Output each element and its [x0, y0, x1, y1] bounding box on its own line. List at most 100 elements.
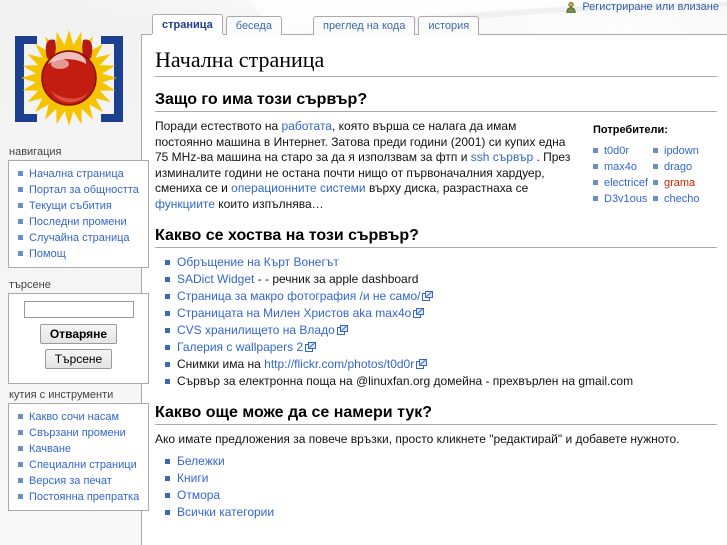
user-link[interactable]: max4o: [604, 161, 637, 173]
list-item: t0d0r: [593, 143, 653, 159]
section3-intro: Ако имате предложения за повече връзки, …: [155, 431, 680, 446]
page-root: Регистриране или влизане страница беседа…: [0, 0, 727, 545]
user-link[interactable]: t0d0r: [604, 145, 629, 157]
main-content: Начална страница Защо го има този сървър…: [141, 34, 727, 545]
sidebar-item-current-events[interactable]: Текущи събития: [9, 198, 148, 214]
portlet-toolbox: кутия с инструменти Какво сочи насам Свъ…: [8, 389, 149, 511]
sidebar-item-label[interactable]: Какво сочи насам: [29, 411, 119, 423]
user-link-red[interactable]: grama: [664, 177, 695, 189]
sidebar-item-what-links-here[interactable]: Какво сочи насам: [9, 409, 148, 425]
tab-page[interactable]: страница: [152, 14, 223, 36]
link-wallpapers-gallery[interactable]: Галерия с wallpapers 2: [177, 340, 303, 354]
heading-why-server: Защо го има този сървър?: [155, 91, 717, 112]
list-item: Отмора: [165, 487, 717, 504]
list-item: Страница за макро фотография /и не само/: [165, 288, 717, 305]
portlet-search: търсене Отваряне Търсене: [8, 279, 149, 384]
link-operating-systems[interactable]: операционните системи: [231, 181, 365, 195]
search-submit-button[interactable]: Търсене: [44, 349, 113, 369]
user-link[interactable]: electricef: [604, 177, 648, 189]
portlet-navigation: навигация Начална страница Портал за общ…: [8, 146, 149, 268]
sidebar-item-printable-version[interactable]: Версия за печат: [9, 473, 148, 489]
link-max4o-page[interactable]: Страницата на Милен Христов aka max4o: [177, 306, 411, 320]
toolbox-heading: кутия с инструменти: [9, 389, 114, 401]
navigation-body: Начална страница Портал за общността Тек…: [8, 160, 149, 268]
heading-what-else: Какво още може да се намери тук?: [155, 404, 717, 425]
list-item: D3v1ous: [593, 191, 653, 207]
tab-view-source[interactable]: преглед на кода: [312, 16, 416, 35]
link-functions[interactable]: функциите: [155, 197, 215, 211]
link-relax[interactable]: Отмора: [177, 488, 220, 502]
para-text: върху диска, разрастнаха се: [365, 181, 529, 196]
users-box: Потребители: t0d0r max4o electricef D3v1…: [587, 124, 713, 207]
sidebar-item-label[interactable]: Качване: [29, 443, 71, 455]
link-all-categories[interactable]: Всички категории: [177, 505, 274, 519]
list-item: Сървър за електронна поща на @linuxfan.o…: [165, 373, 717, 390]
list-item: ipdown: [653, 143, 713, 159]
list-item: Галерия с wallpapers 2: [165, 339, 717, 356]
sidebar-item-label[interactable]: Свързани промени: [29, 427, 126, 439]
intro-paragraph: Поради естеството на работата, която вър…: [155, 119, 575, 213]
list-item: SADict Widget - - речник за apple dashbo…: [165, 271, 717, 288]
list-item: Книги: [165, 470, 717, 487]
link-books[interactable]: Книги: [177, 471, 208, 485]
sidebar-item-label[interactable]: Постоянна препратка: [29, 491, 139, 503]
link-vonnegut[interactable]: Обръщение на Кърт Вонегът: [177, 255, 339, 269]
search-input[interactable]: [23, 301, 134, 318]
sidebar-item-permanent-link[interactable]: Постоянна препратка: [9, 489, 148, 505]
sidebar-item-help[interactable]: Помощ: [9, 246, 148, 262]
link-sadict-widget[interactable]: SADict Widget: [177, 272, 254, 286]
link-notes[interactable]: Бележки: [177, 454, 225, 468]
external-link-icon: [416, 358, 428, 369]
link-flickr[interactable]: http://flickr.com/photos/t0d0r: [264, 357, 414, 371]
hosted-list: Обръщение на Кърт Вонегът SADict Widget …: [155, 254, 717, 390]
sidebar-item-label[interactable]: Специални страници: [29, 459, 137, 471]
sidebar-item-label[interactable]: Портал за общността: [29, 184, 139, 196]
page-title: Начална страница: [155, 47, 717, 77]
users-column-1: t0d0r max4o electricef D3v1ous: [593, 143, 653, 207]
heading-whats-hosted: Какво се хоства на този сървър?: [155, 227, 717, 248]
user-link[interactable]: drago: [664, 161, 692, 173]
sidebar-item-label[interactable]: Текущи събития: [29, 200, 112, 212]
sidebar-item-recent-changes[interactable]: Последни промени: [9, 214, 148, 230]
external-link-icon: [336, 324, 348, 335]
login-link[interactable]: Регистриране или влизане: [582, 1, 719, 13]
search-go-button[interactable]: Отваряне: [39, 324, 118, 344]
list-item: checho: [653, 191, 713, 207]
sidebar-item-label[interactable]: Последни промени: [29, 216, 127, 228]
search-heading: търсене: [9, 279, 51, 291]
list-item: Страницата на Милен Христов aka max4o: [165, 305, 717, 322]
sidebar-item-main-page[interactable]: Начална страница: [9, 166, 148, 182]
list-item: drago: [653, 159, 713, 175]
site-logo[interactable]: [3, 28, 135, 140]
sidebar: навигация Начална страница Портал за общ…: [0, 0, 149, 545]
sidebar-item-random-page[interactable]: Случайна страница: [9, 230, 148, 246]
sidebar-item-label[interactable]: Случайна страница: [29, 232, 130, 244]
list-item-prefix: Снимки има на: [177, 356, 265, 371]
list-item: Бележки: [165, 453, 717, 470]
sidebar-item-label[interactable]: Помощ: [29, 248, 66, 260]
user-icon: [566, 1, 577, 13]
sidebar-item-special-pages[interactable]: Специални страници: [9, 457, 148, 473]
red-devil-sun-logo: [15, 30, 123, 126]
external-link-icon: [422, 290, 434, 301]
content-tabs: страница беседа преглед на кода история: [152, 12, 482, 36]
user-link[interactable]: checho: [664, 193, 699, 205]
link-ssh-server[interactable]: ssh сървър: [471, 150, 533, 164]
list-item: Снимки има на http://flickr.com/photos/t…: [165, 356, 717, 373]
navigation-list: Начална страница Портал за общността Тек…: [9, 166, 148, 262]
link-rabotata[interactable]: работата: [282, 119, 332, 133]
list-item: Обръщение на Кърт Вонегът: [165, 254, 717, 271]
user-link[interactable]: D3v1ous: [604, 193, 647, 205]
sidebar-item-related-changes[interactable]: Свързани промени: [9, 425, 148, 441]
sidebar-item-community-portal[interactable]: Портал за общността: [9, 182, 148, 198]
personal-toolbar: Регистриране или влизане: [565, 1, 719, 13]
user-link[interactable]: ipdown: [664, 145, 699, 157]
list-item: grama: [653, 175, 713, 191]
link-macro-photo[interactable]: Страница за макро фотография /и не само/: [177, 289, 420, 303]
link-cvs-vlado[interactable]: CVS хранилището на Владо: [177, 323, 335, 337]
sidebar-item-label[interactable]: Версия за печат: [29, 475, 112, 487]
tab-talk[interactable]: беседа: [225, 16, 282, 35]
sidebar-item-upload[interactable]: Качване: [9, 441, 148, 457]
sidebar-item-label[interactable]: Начална страница: [29, 168, 124, 180]
tab-history[interactable]: история: [418, 16, 480, 35]
